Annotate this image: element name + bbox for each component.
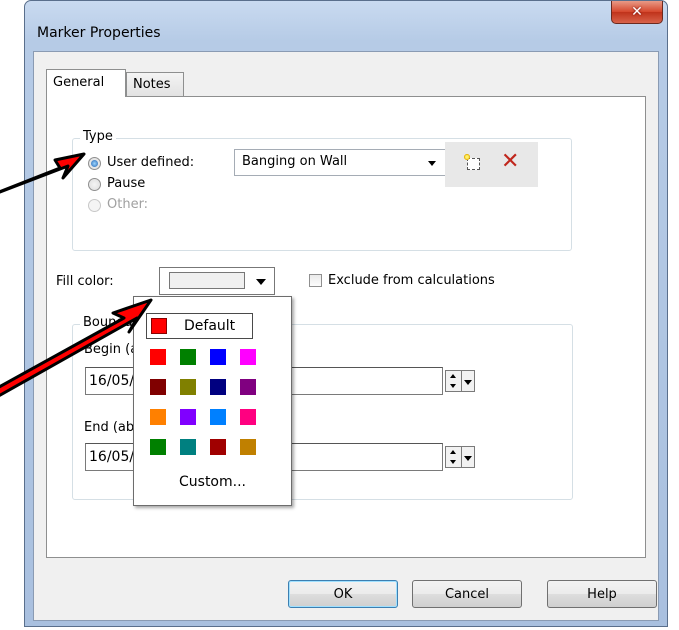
- title-bar[interactable]: Marker Properties ✕: [25, 1, 667, 51]
- help-button-label: Help: [587, 586, 617, 602]
- color-swatch[interactable]: [240, 409, 256, 425]
- help-button[interactable]: Help: [547, 580, 657, 608]
- custom-color-button[interactable]: Custom...: [134, 474, 291, 490]
- user-defined-label: User defined:: [107, 155, 195, 170]
- exclude-label: Exclude from calculations: [328, 273, 495, 288]
- pause-label: Pause: [107, 176, 146, 191]
- color-swatch[interactable]: [180, 439, 196, 455]
- radio-pause[interactable]: [88, 178, 101, 191]
- cancel-button-label: Cancel: [444, 586, 490, 602]
- fill-color-label: Fill color:: [56, 274, 114, 289]
- color-swatch[interactable]: [150, 439, 166, 455]
- color-swatch[interactable]: [240, 349, 256, 365]
- radio-other[interactable]: [88, 199, 101, 212]
- delete-icon[interactable]: ✕: [501, 151, 519, 173]
- color-swatch[interactable]: [150, 409, 166, 425]
- end-spinner[interactable]: [445, 446, 462, 468]
- marker-properties-dialog: Marker Properties ✕ General Notes Type U…: [24, 0, 668, 627]
- tab-notes-label: Notes: [133, 77, 171, 92]
- color-swatch[interactable]: [180, 379, 196, 395]
- tab-notes[interactable]: Notes: [126, 72, 184, 96]
- tab-general[interactable]: General: [46, 69, 126, 97]
- dialog-client-area: General Notes Type User defined: Banging…: [33, 51, 659, 621]
- type-group-legend: Type: [80, 129, 116, 144]
- marker-type-toolbar: ✕: [445, 142, 538, 187]
- window-title: Marker Properties: [37, 25, 161, 41]
- cancel-button[interactable]: Cancel: [412, 580, 522, 608]
- begin-spinner[interactable]: [445, 370, 462, 392]
- color-swatch[interactable]: [240, 439, 256, 455]
- color-swatch[interactable]: [240, 379, 256, 395]
- default-color-button[interactable]: Default: [146, 313, 253, 339]
- chevron-down-icon: [256, 279, 266, 285]
- fill-color-swatch: [169, 272, 245, 289]
- begin-dropdown-button[interactable]: [461, 370, 475, 392]
- close-icon: ✕: [631, 4, 643, 20]
- color-swatch[interactable]: [210, 379, 226, 395]
- exclude-checkbox[interactable]: [309, 274, 322, 287]
- radio-user-defined[interactable]: [88, 157, 101, 170]
- chevron-down-icon: [428, 161, 436, 166]
- user-defined-combo[interactable]: Banging on Wall: [234, 149, 446, 176]
- fill-color-combo[interactable]: [159, 267, 275, 295]
- color-picker-popup: Default Custom...: [133, 296, 292, 506]
- default-color-label: Default: [184, 318, 236, 334]
- color-swatch[interactable]: [210, 439, 226, 455]
- default-color-swatch: [151, 318, 167, 334]
- tab-general-label: General: [53, 75, 105, 90]
- user-defined-value: Banging on Wall: [242, 154, 348, 169]
- other-label: Other:: [107, 197, 149, 212]
- color-swatch[interactable]: [180, 409, 196, 425]
- ok-button-label: OK: [333, 586, 353, 602]
- ok-button[interactable]: OK: [288, 580, 398, 608]
- close-button[interactable]: ✕: [611, 1, 663, 24]
- color-swatch[interactable]: [150, 349, 166, 365]
- color-swatch[interactable]: [180, 349, 196, 365]
- end-dropdown-button[interactable]: [461, 446, 475, 468]
- color-swatch[interactable]: [210, 409, 226, 425]
- color-swatch[interactable]: [150, 379, 166, 395]
- color-swatch[interactable]: [210, 349, 226, 365]
- new-marker-icon[interactable]: [464, 154, 480, 170]
